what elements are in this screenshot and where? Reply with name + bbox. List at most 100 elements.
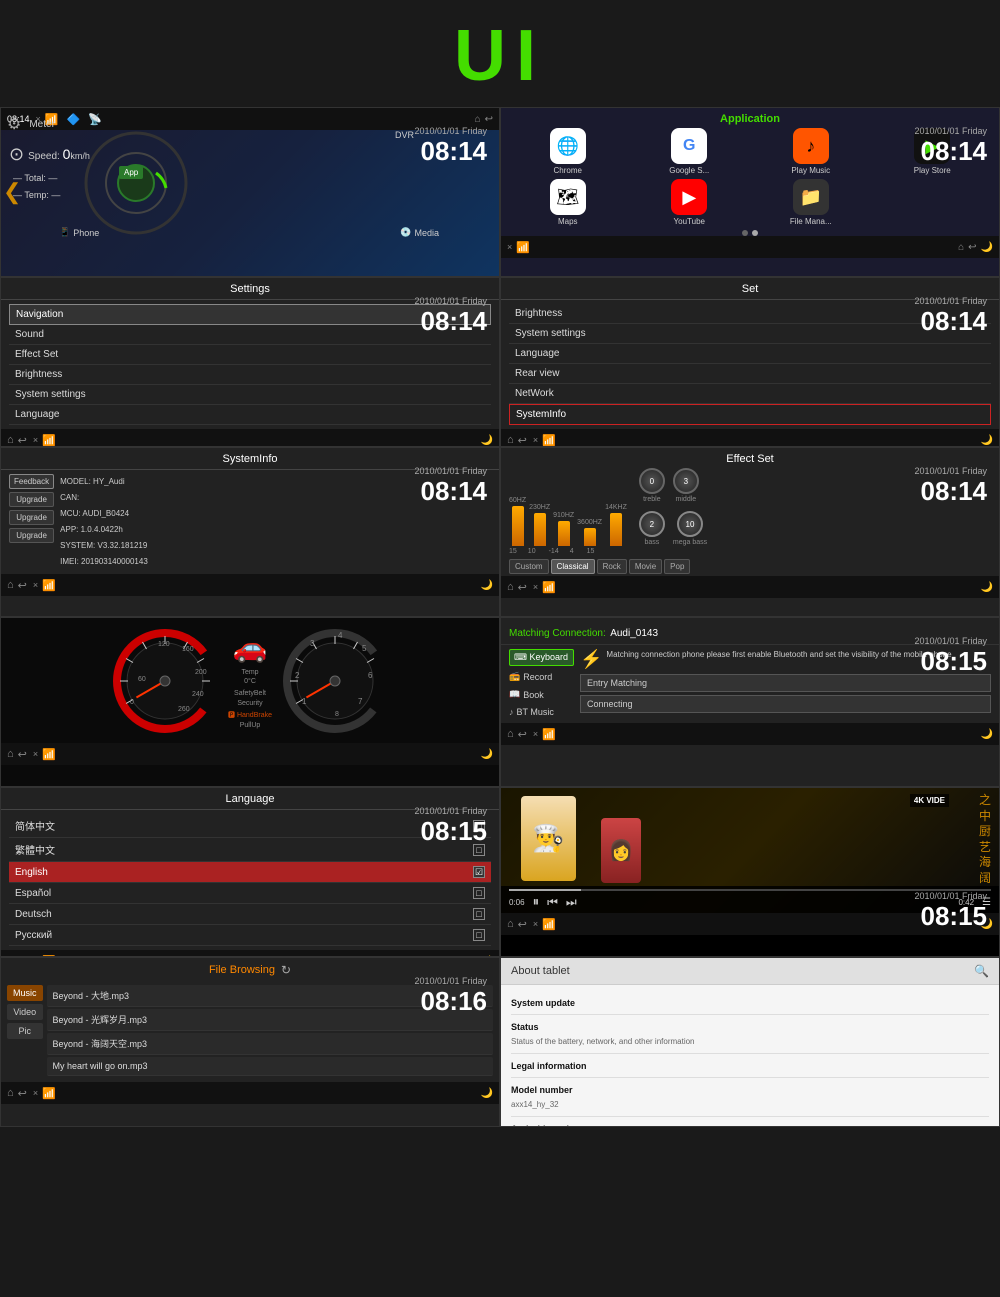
preset-classical[interactable]: Classical xyxy=(551,559,595,574)
home-icon[interactable]: ⌂ xyxy=(7,1087,14,1099)
home-icon[interactable]: ⌂ xyxy=(475,114,481,125)
lang-english[interactable]: English ☑ xyxy=(9,862,491,883)
home-icon[interactable]: ⌂ xyxy=(7,748,14,760)
upgrade-btn-3[interactable]: Upgrade xyxy=(9,528,54,543)
center-car: 🚗 Temp0°C SafetyBeltSecurity 🅿 HandBrake… xyxy=(228,631,272,731)
about-status[interactable]: Status xyxy=(511,1019,989,1035)
preset-movie[interactable]: Movie xyxy=(629,559,662,574)
lang-russian[interactable]: Русский □ xyxy=(9,925,491,946)
file-item-3[interactable]: Beyond - 海阔天空.mp3 xyxy=(47,1033,493,1055)
preset-rock[interactable]: Rock xyxy=(597,559,627,574)
divider xyxy=(511,1116,989,1117)
settings-icon[interactable]: ⚙ xyxy=(7,114,21,134)
set-item-language[interactable]: Language xyxy=(509,344,991,364)
bt-keyboard-btn[interactable]: ⌨ Keyboard xyxy=(509,649,574,666)
next-button[interactable]: ⏭ xyxy=(566,895,577,910)
screen-about: About tablet 🔍 System update Status Stat… xyxy=(500,957,1000,1127)
bass-knob[interactable]: 2 xyxy=(639,511,665,537)
bt-music-btn[interactable]: ♪ BT Music xyxy=(509,705,574,719)
about-header: About tablet 🔍 xyxy=(501,958,999,985)
screen-files: File Browsing ↻ Music Video Pic Beyond -… xyxy=(0,957,500,1127)
svg-text:160: 160 xyxy=(182,646,194,653)
feedback-button[interactable]: Feedback xyxy=(9,474,54,489)
app-item-music[interactable]: ♪ Play Music xyxy=(752,128,870,175)
moon-icon[interactable]: 🌙 xyxy=(481,1088,493,1099)
maps-icon: 🗺 xyxy=(550,179,586,215)
music-label: Play Music xyxy=(791,166,830,175)
screen-main-menu: ⊙ Speed: 0km/h — Total: — — Temp: — ⚙ Me… xyxy=(0,107,500,277)
back-icon[interactable]: ↩ xyxy=(518,581,527,594)
screen-application: Application 🌐 Chrome G Google S... ♪ Pla… xyxy=(500,107,1000,277)
set-item-rearview[interactable]: Rear view xyxy=(509,364,991,384)
wifi-icon: 📶 xyxy=(38,579,60,592)
eq-bar-3600hz xyxy=(584,528,596,546)
moon-icon[interactable]: 🌙 xyxy=(981,435,993,446)
lang-german[interactable]: Deutsch □ xyxy=(9,904,491,925)
back-icon[interactable]: ↩ xyxy=(485,114,493,125)
app-item-chrome[interactable]: 🌐 Chrome xyxy=(509,128,627,175)
back-icon[interactable]: ↩ xyxy=(18,434,27,447)
about-legal[interactable]: Legal information xyxy=(511,1058,989,1074)
svg-text:60: 60 xyxy=(138,676,146,683)
refresh-icon[interactable]: ↻ xyxy=(281,963,291,977)
home-icon[interactable]: ⌂ xyxy=(7,434,14,446)
play-button[interactable]: ⏸ xyxy=(533,894,540,910)
app-button[interactable]: App xyxy=(119,166,143,179)
preset-custom[interactable]: Custom xyxy=(509,559,549,574)
prev-button[interactable]: ⏮ xyxy=(547,895,558,910)
middle-knob[interactable]: 3 xyxy=(673,468,699,494)
home-icon[interactable]: ⌂ xyxy=(507,434,514,446)
back-arrow[interactable]: ❮ xyxy=(3,179,21,205)
app-item-maps[interactable]: 🗺 Maps xyxy=(509,179,627,226)
moon-icon[interactable]: 🌙 xyxy=(481,580,493,591)
back-icon[interactable]: ↩ xyxy=(18,579,27,592)
settings-item-system[interactable]: System settings xyxy=(9,385,491,405)
moon-icon[interactable]: 🌙 xyxy=(981,729,993,740)
bt-menu: ⌨ Keyboard 📻 Record 📖 Book ♪ BT Music xyxy=(509,649,574,719)
app-title: Application xyxy=(501,108,999,128)
set-item-sysinfo[interactable]: SystemInfo xyxy=(509,404,991,425)
about-system-update[interactable]: System update xyxy=(511,995,989,1011)
upgrade-btn-2[interactable]: Upgrade xyxy=(9,510,54,525)
search-icon[interactable]: 🔍 xyxy=(974,964,989,978)
app-item-youtube[interactable]: ▶ YouTube xyxy=(631,179,749,226)
home-icon[interactable]: ⌂ xyxy=(507,581,514,593)
megabass-knob[interactable]: 10 xyxy=(677,511,703,537)
home-icon[interactable]: ⌂ xyxy=(507,728,514,740)
settings-item-brightness[interactable]: Brightness xyxy=(9,365,491,385)
app-item-files[interactable]: 📁 File Mana... xyxy=(752,179,870,226)
moon-icon[interactable]: 🌙 xyxy=(481,435,493,446)
back-icon[interactable]: ↩ xyxy=(518,918,527,931)
screen-datetime: 2010/01/01 Friday 08:15 xyxy=(414,806,487,847)
treble-knob[interactable]: 0 xyxy=(639,468,665,494)
divider xyxy=(511,1014,989,1015)
lang-spanish[interactable]: Español □ xyxy=(9,883,491,904)
upgrade-btn-1[interactable]: Upgrade xyxy=(9,492,54,507)
home-icon[interactable]: ⌂ xyxy=(958,242,964,253)
bt-book-btn[interactable]: 📖 Book xyxy=(509,687,574,702)
files-music-btn[interactable]: Music xyxy=(7,985,43,1001)
home-icon[interactable]: ⌂ xyxy=(7,579,14,591)
bt-record-btn[interactable]: 📻 Record xyxy=(509,669,574,684)
effect-title: Effect Set xyxy=(501,448,999,468)
back-icon[interactable]: ↩ xyxy=(518,434,527,447)
settings-item-language[interactable]: Language xyxy=(9,405,491,425)
wifi-icon: 📶 xyxy=(538,918,560,931)
screen-datetime: 2010/01/01 Friday 08:16 xyxy=(414,976,487,1017)
set-item-network[interactable]: NetWork xyxy=(509,384,991,404)
settings-item-effect[interactable]: Effect Set xyxy=(9,345,491,365)
svg-text:260: 260 xyxy=(178,706,190,713)
files-video-btn[interactable]: Video xyxy=(7,1004,43,1020)
moon-icon[interactable]: 🌙 xyxy=(981,242,993,253)
back-icon[interactable]: ↩ xyxy=(18,748,27,761)
file-item-4[interactable]: My heart will go on.mp3 xyxy=(47,1057,493,1076)
moon-icon[interactable]: 🌙 xyxy=(981,582,993,593)
back-icon[interactable]: ↩ xyxy=(518,728,527,741)
files-pic-btn[interactable]: Pic xyxy=(7,1023,43,1039)
back-icon[interactable]: ↩ xyxy=(968,242,976,253)
moon-icon[interactable]: 🌙 xyxy=(481,749,493,760)
preset-pop[interactable]: Pop xyxy=(664,559,690,574)
app-item-google[interactable]: G Google S... xyxy=(631,128,749,175)
back-icon[interactable]: ↩ xyxy=(18,1087,27,1100)
home-icon[interactable]: ⌂ xyxy=(507,918,514,930)
